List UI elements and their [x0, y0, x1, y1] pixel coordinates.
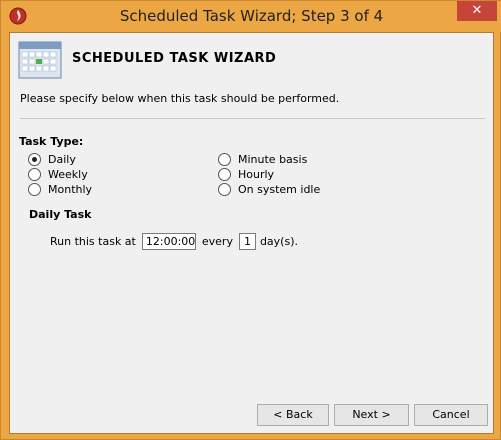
wizard-content: SCHEDULED TASK WIZARD Please specify bel…	[9, 32, 494, 434]
radio-monthly[interactable]: Monthly	[28, 182, 92, 196]
next-button[interactable]: Next >	[334, 404, 409, 426]
every-days-input[interactable]: 1	[238, 232, 256, 250]
radio-button[interactable]	[28, 167, 41, 181]
radio-label: Hourly	[238, 167, 275, 181]
cancel-button[interactable]: Cancel	[414, 404, 488, 426]
task-type-label: Task Type:	[19, 135, 84, 148]
radio-button[interactable]	[218, 152, 231, 166]
radio-button[interactable]	[218, 167, 231, 181]
radio-weekly[interactable]: Weekly	[28, 167, 88, 181]
radio-button[interactable]	[28, 182, 41, 196]
calendar-icon	[18, 41, 62, 79]
every-label: every	[201, 234, 233, 248]
time-input[interactable]: 12:00:00	[141, 232, 196, 250]
daily-run-row: Run this task at 12:00:00 every 1 day(s)…	[50, 232, 298, 250]
title-bar[interactable]: Scheduled Task Wizard; Step 3 of 4 ✕	[1, 1, 501, 32]
instruction-text: Please specify below when this task shou…	[20, 92, 340, 105]
run-prefix-label: Run this task at	[50, 234, 136, 248]
radio-label: Monthly	[48, 182, 93, 196]
back-button[interactable]: < Back	[257, 404, 329, 426]
daily-task-label: Daily Task	[29, 208, 92, 221]
radio-on-system-idle[interactable]: On system idle	[218, 182, 320, 196]
days-label: day(s).	[259, 234, 298, 248]
radio-label: Minute basis	[238, 152, 308, 166]
header-divider	[20, 118, 485, 119]
radio-hourly[interactable]: Hourly	[218, 167, 274, 181]
radio-label: Weekly	[48, 167, 88, 181]
radio-label: On system idle	[238, 182, 321, 196]
window-title: Scheduled Task Wizard; Step 3 of 4	[119, 7, 384, 25]
radio-label: Daily	[48, 152, 76, 166]
radio-minute-basis[interactable]: Minute basis	[218, 152, 307, 166]
wizard-header-title: SCHEDULED TASK WIZARD	[72, 51, 277, 66]
radio-button[interactable]	[28, 152, 41, 166]
radio-button[interactable]	[218, 182, 231, 196]
close-button[interactable]: ✕	[457, 1, 497, 21]
radio-daily[interactable]: Daily	[28, 152, 76, 166]
wizard-window: Scheduled Task Wizard; Step 3 of 4 ✕ SCH…	[0, 0, 501, 440]
